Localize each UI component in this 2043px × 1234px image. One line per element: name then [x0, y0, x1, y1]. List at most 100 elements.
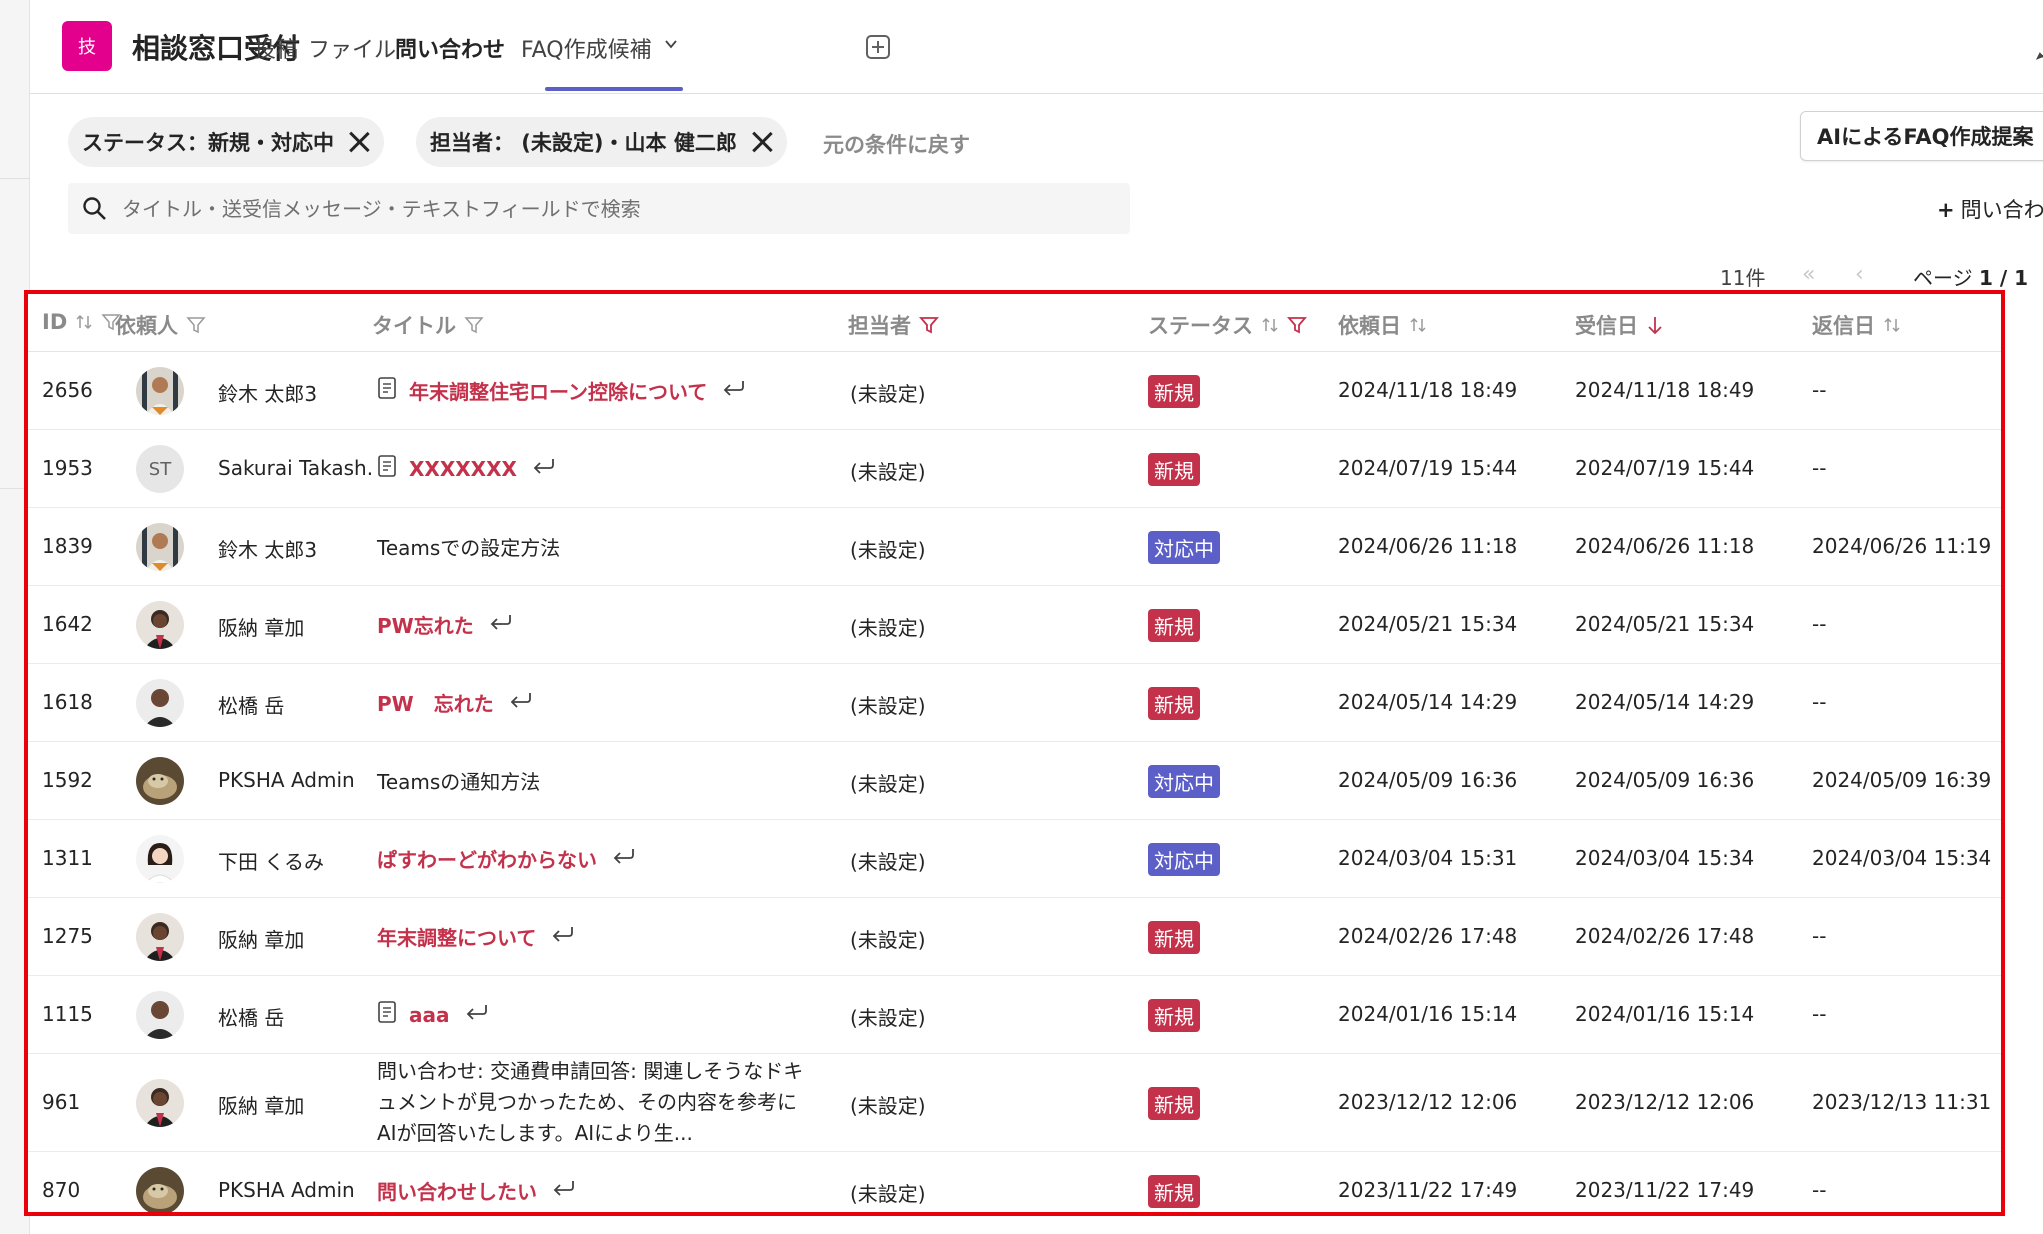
- filter-icon[interactable]: [919, 315, 939, 335]
- title-cell[interactable]: 問い合わせしたい: [377, 1176, 577, 1205]
- col-received-date[interactable]: 受信日: [1575, 310, 1664, 340]
- assignee-filter-chip[interactable]: 担当者： (未設定)・山本 健二郎: [416, 117, 787, 167]
- ai-faq-button[interactable]: AIによるFAQ作成提案: [1800, 111, 2043, 161]
- table-row[interactable]: 1275 阪納 章加 年末調整について (未設定) 新規 2024/02/26 17:48…: [28, 898, 2001, 976]
- requested-date: 2024/02/26 17:48: [1338, 924, 1518, 948]
- add-tab-icon[interactable]: [866, 35, 890, 59]
- sort-icon[interactable]: [75, 313, 93, 331]
- title-cell[interactable]: ぱすわーどがわからない: [377, 844, 637, 873]
- filter-icon[interactable]: [186, 315, 206, 335]
- row-title[interactable]: 年末調整について: [377, 922, 536, 951]
- close-icon[interactable]: [348, 131, 370, 153]
- status-badge: 新規: [1148, 999, 1200, 1032]
- first-page-icon[interactable]: «: [1802, 262, 1815, 287]
- col-replied-date[interactable]: 返信日: [1812, 310, 1901, 340]
- replied-date: --: [1812, 1178, 1827, 1202]
- reset-filters-link[interactable]: 元の条件に戻す: [823, 129, 970, 159]
- table-row[interactable]: 2656 鈴木 太郎3 年末調整住宅ローン控除について (未設定) 新規 2024/11/…: [28, 352, 2001, 430]
- table-row[interactable]: 1618 松橋 岳 PW 忘れた (未設定) 新規 2024/05/14 14:29 202…: [28, 664, 2001, 742]
- new-inquiry-button[interactable]: +問い合わせ: [1937, 194, 2043, 224]
- search-input[interactable]: [122, 183, 1112, 234]
- col-status[interactable]: ステータス: [1148, 310, 1307, 340]
- chevron-down-icon[interactable]: [664, 37, 678, 51]
- search-box[interactable]: [68, 183, 1130, 234]
- title-cell[interactable]: PW忘れた: [377, 610, 514, 639]
- row-title[interactable]: XXXXXXX: [409, 457, 517, 481]
- tab-posts[interactable]: 投稿: [254, 32, 298, 64]
- avatar: [136, 913, 184, 961]
- row-id: 961: [42, 1090, 81, 1114]
- row-title[interactable]: Teamsの通知方法: [377, 766, 540, 795]
- rail-divider: [0, 178, 30, 179]
- tab-files[interactable]: ファイル: [308, 32, 396, 64]
- row-title[interactable]: Teamsでの設定方法: [377, 532, 560, 561]
- status-filter-chip[interactable]: ステータス：新規・対応中: [68, 117, 384, 167]
- table-row[interactable]: 1115 松橋 岳 aaa (未設定) 新規 2024/01/16 15:14 2024/0…: [28, 976, 2001, 1054]
- requested-date: 2024/05/09 16:36: [1338, 768, 1518, 792]
- prev-page-icon[interactable]: ‹: [1855, 262, 1864, 287]
- col-title[interactable]: タイトル: [372, 310, 484, 340]
- filter-icon[interactable]: [464, 315, 484, 335]
- row-title[interactable]: PW 忘れた: [377, 688, 494, 717]
- title-cell[interactable]: aaa: [377, 1000, 490, 1029]
- page-value: 1 / 1: [1978, 266, 2029, 290]
- col-requester[interactable]: 依頼人: [115, 310, 206, 340]
- reply-icon: [597, 846, 637, 871]
- sort-icon[interactable]: [1261, 316, 1279, 334]
- sort-icon[interactable]: [1409, 316, 1427, 334]
- reply-icon: [707, 378, 747, 403]
- requester-name: 阪納 章加: [218, 616, 305, 640]
- replied-date: --: [1812, 612, 1827, 636]
- title-cell[interactable]: 問い合わせ: 交通費申請回答: 関連しそうなドキュメントが見つかったため、その内…: [377, 1056, 812, 1149]
- tab-faq-candidates[interactable]: FAQ作成候補: [521, 32, 652, 64]
- filter-icon[interactable]: [1287, 315, 1307, 335]
- tab-inquiries[interactable]: 問い合わせ: [395, 32, 505, 64]
- reply-icon: [517, 456, 557, 481]
- close-icon[interactable]: [751, 131, 773, 153]
- page-indicator: ページ 1 / 1: [1913, 262, 2028, 291]
- requested-date: 2024/01/16 15:14: [1338, 1002, 1518, 1026]
- table-row[interactable]: 1839 鈴木 太郎3 Teamsでの設定方法 (未設定) 対応中 2024/06/26 …: [28, 508, 2001, 586]
- row-title[interactable]: 問い合わせしたい: [377, 1176, 537, 1205]
- row-title[interactable]: ぱすわーどがわからない: [377, 844, 597, 873]
- title-cell[interactable]: 年末調整について: [377, 922, 576, 951]
- table-row[interactable]: 1311 下田 くるみ ぱすわーどがわからない (未設定) 対応中 2024/03/04 …: [28, 820, 2001, 898]
- title-cell[interactable]: Teamsでの設定方法: [377, 532, 560, 561]
- requested-date: 2024/05/14 14:29: [1338, 690, 1518, 714]
- assignee: (未設定): [850, 538, 926, 562]
- title-cell[interactable]: PW 忘れた: [377, 688, 534, 717]
- row-title[interactable]: PW忘れた: [377, 610, 474, 639]
- table-row[interactable]: 870 PKSHA Admin 問い合わせしたい (未設定) 新規 2023/11/22 …: [28, 1152, 2001, 1212]
- doc-icon: [377, 454, 409, 483]
- row-id: 2656: [42, 378, 93, 402]
- inquiry-table: ID 依頼人 タイトル 担当者 ステータス 依頼日 受信日 返信日 2656 鈴…: [24, 290, 2005, 1216]
- row-id: 870: [42, 1178, 81, 1202]
- sort-icon[interactable]: [1883, 316, 1901, 334]
- title-cell[interactable]: Teamsの通知方法: [377, 766, 540, 795]
- replied-date: --: [1812, 378, 1827, 402]
- table-row[interactable]: 1953 ST Sakurai Takash. XXXXXXX (未設定) 新規 2024/…: [28, 430, 2001, 508]
- col-requested-date[interactable]: 依頼日: [1338, 310, 1427, 340]
- col-assignee[interactable]: 担当者: [848, 310, 939, 340]
- row-title[interactable]: 年末調整住宅ローン控除について: [409, 376, 707, 405]
- row-title[interactable]: aaa: [409, 1003, 450, 1027]
- col-requester-label: 依頼人: [115, 314, 178, 338]
- col-assignee-label: 担当者: [848, 314, 911, 338]
- row-id: 1953: [42, 456, 93, 480]
- assignee: (未設定): [850, 460, 926, 484]
- col-id[interactable]: ID: [42, 310, 121, 334]
- table-row[interactable]: 1642 阪納 章加 PW忘れた (未設定) 新規 2024/05/21 15:34 202…: [28, 586, 2001, 664]
- chat-icon[interactable]: [2035, 33, 2043, 61]
- page-label: ページ: [1913, 266, 1973, 290]
- row-title[interactable]: 問い合わせ: 交通費申請回答: 関連しそうなドキュメントが見つかったため、その内…: [377, 1056, 812, 1149]
- sort-desc-icon[interactable]: [1646, 315, 1664, 335]
- reply-icon: [474, 612, 514, 637]
- table-header: ID 依頼人 タイトル 担当者 ステータス 依頼日 受信日 返信日: [28, 294, 2001, 352]
- table-row[interactable]: 961 阪納 章加 問い合わせ: 交通費申請回答: 関連しそうなドキュメントが見つか…: [28, 1054, 2001, 1152]
- avatar: [136, 757, 184, 805]
- reply-icon: [536, 924, 576, 949]
- title-cell[interactable]: 年末調整住宅ローン控除について: [377, 376, 747, 405]
- title-cell[interactable]: XXXXXXX: [377, 454, 557, 483]
- table-row[interactable]: 1592 PKSHA Admin Teamsの通知方法 (未設定) 対応中 2024/05…: [28, 742, 2001, 820]
- requested-date: 2024/11/18 18:49: [1338, 378, 1518, 402]
